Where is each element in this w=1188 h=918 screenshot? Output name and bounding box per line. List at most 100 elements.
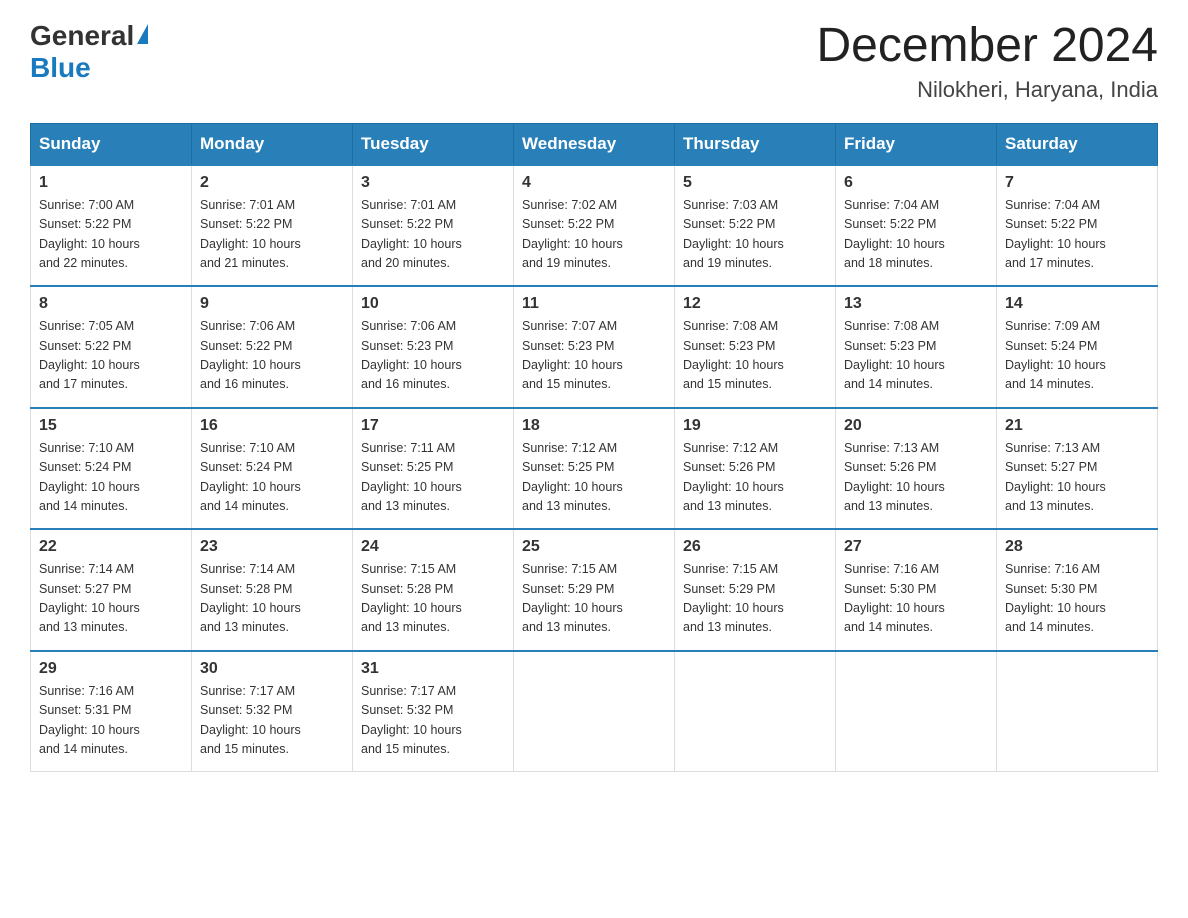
- calendar-cell: 27Sunrise: 7:16 AMSunset: 5:30 PMDayligh…: [836, 529, 997, 651]
- day-info: Sunrise: 7:12 AMSunset: 5:26 PMDaylight:…: [683, 439, 827, 517]
- day-info: Sunrise: 7:14 AMSunset: 5:27 PMDaylight:…: [39, 560, 183, 638]
- day-info: Sunrise: 7:01 AMSunset: 5:22 PMDaylight:…: [361, 196, 505, 274]
- calendar-header-row: SundayMondayTuesdayWednesdayThursdayFrid…: [31, 123, 1158, 165]
- day-info: Sunrise: 7:03 AMSunset: 5:22 PMDaylight:…: [683, 196, 827, 274]
- calendar-cell: 29 Sunrise: 7:16 AMSunset: 5:31 PMDayligh…: [31, 651, 192, 772]
- page-header: General Blue December 2024 Nilokheri, Ha…: [30, 20, 1158, 103]
- calendar-week-row: 22 Sunrise: 7:14 AMSunset: 5:27 PMDayligh…: [31, 529, 1158, 651]
- location-subtitle: Nilokheri, Haryana, India: [816, 77, 1158, 103]
- day-info: Sunrise: 7:01 AMSunset: 5:22 PMDaylight:…: [200, 196, 344, 274]
- day-info: Sunrise: 7:10 AMSunset: 5:24 PMDaylight:…: [39, 439, 183, 517]
- day-number: 21: [1005, 417, 1149, 435]
- calendar-header-wednesday: Wednesday: [514, 123, 675, 165]
- calendar-week-row: 15 Sunrise: 7:10 AMSunset: 5:24 PMDayligh…: [31, 408, 1158, 530]
- calendar-cell: 21Sunrise: 7:13 AMSunset: 5:27 PMDayligh…: [997, 408, 1158, 530]
- day-number: 16: [200, 417, 344, 435]
- day-info: Sunrise: 7:11 AMSunset: 5:25 PMDaylight:…: [361, 439, 505, 517]
- day-info: Sunrise: 7:13 AMSunset: 5:26 PMDaylight:…: [844, 439, 988, 517]
- calendar-cell: 30Sunrise: 7:17 AMSunset: 5:32 PMDayligh…: [192, 651, 353, 772]
- day-number: 1: [39, 174, 183, 192]
- calendar-cell: 18Sunrise: 7:12 AMSunset: 5:25 PMDayligh…: [514, 408, 675, 530]
- day-info: Sunrise: 7:02 AMSunset: 5:22 PMDaylight:…: [522, 196, 666, 274]
- calendar-header-thursday: Thursday: [675, 123, 836, 165]
- day-info: Sunrise: 7:14 AMSunset: 5:28 PMDaylight:…: [200, 560, 344, 638]
- calendar-week-row: 8 Sunrise: 7:05 AMSunset: 5:22 PMDaylight…: [31, 286, 1158, 408]
- calendar-cell: [997, 651, 1158, 772]
- day-number: 27: [844, 538, 988, 556]
- calendar-cell: 16Sunrise: 7:10 AMSunset: 5:24 PMDayligh…: [192, 408, 353, 530]
- day-number: 8: [39, 295, 183, 313]
- day-number: 25: [522, 538, 666, 556]
- calendar-cell: 25 Sunrise: 7:15 AMSunset: 5:29 PMDayligh…: [514, 529, 675, 651]
- calendar-cell: 22 Sunrise: 7:14 AMSunset: 5:27 PMDayligh…: [31, 529, 192, 651]
- calendar-header-friday: Friday: [836, 123, 997, 165]
- calendar-cell: 10 Sunrise: 7:06 AMSunset: 5:23 PMDayligh…: [353, 286, 514, 408]
- day-number: 12: [683, 295, 827, 313]
- day-number: 15: [39, 417, 183, 435]
- calendar-cell: 5Sunrise: 7:03 AMSunset: 5:22 PMDaylight…: [675, 165, 836, 287]
- calendar-table: SundayMondayTuesdayWednesdayThursdayFrid…: [30, 123, 1158, 773]
- day-number: 3: [361, 174, 505, 192]
- day-info: Sunrise: 7:15 AMSunset: 5:29 PMDaylight:…: [522, 560, 666, 638]
- day-info: Sunrise: 7:00 AMSunset: 5:22 PMDaylight:…: [39, 196, 183, 274]
- calendar-cell: 19 Sunrise: 7:12 AMSunset: 5:26 PMDayligh…: [675, 408, 836, 530]
- title-block: December 2024 Nilokheri, Haryana, India: [816, 20, 1158, 103]
- calendar-cell: 4 Sunrise: 7:02 AMSunset: 5:22 PMDaylight…: [514, 165, 675, 287]
- calendar-header-sunday: Sunday: [31, 123, 192, 165]
- day-number: 22: [39, 538, 183, 556]
- day-number: 14: [1005, 295, 1149, 313]
- day-info: Sunrise: 7:16 AMSunset: 5:31 PMDaylight:…: [39, 682, 183, 760]
- day-info: Sunrise: 7:16 AMSunset: 5:30 PMDaylight:…: [1005, 560, 1149, 638]
- calendar-week-row: 1 Sunrise: 7:00 AMSunset: 5:22 PMDaylight…: [31, 165, 1158, 287]
- calendar-cell: 9Sunrise: 7:06 AMSunset: 5:22 PMDaylight…: [192, 286, 353, 408]
- calendar-cell: 13 Sunrise: 7:08 AMSunset: 5:23 PMDayligh…: [836, 286, 997, 408]
- day-number: 4: [522, 174, 666, 192]
- day-number: 24: [361, 538, 505, 556]
- calendar-cell: 20Sunrise: 7:13 AMSunset: 5:26 PMDayligh…: [836, 408, 997, 530]
- calendar-cell: 23 Sunrise: 7:14 AMSunset: 5:28 PMDayligh…: [192, 529, 353, 651]
- calendar-cell: 14 Sunrise: 7:09 AMSunset: 5:24 PMDayligh…: [997, 286, 1158, 408]
- day-info: Sunrise: 7:15 AMSunset: 5:28 PMDaylight:…: [361, 560, 505, 638]
- calendar-cell: 12 Sunrise: 7:08 AMSunset: 5:23 PMDayligh…: [675, 286, 836, 408]
- day-info: Sunrise: 7:06 AMSunset: 5:22 PMDaylight:…: [200, 317, 344, 395]
- calendar-cell: 15 Sunrise: 7:10 AMSunset: 5:24 PMDayligh…: [31, 408, 192, 530]
- day-info: Sunrise: 7:17 AMSunset: 5:32 PMDaylight:…: [361, 682, 505, 760]
- day-number: 31: [361, 660, 505, 678]
- logo-general-text: General: [30, 20, 134, 52]
- day-info: Sunrise: 7:05 AMSunset: 5:22 PMDaylight:…: [39, 317, 183, 395]
- day-number: 11: [522, 295, 666, 313]
- day-number: 17: [361, 417, 505, 435]
- calendar-cell: [514, 651, 675, 772]
- calendar-cell: 1 Sunrise: 7:00 AMSunset: 5:22 PMDaylight…: [31, 165, 192, 287]
- day-info: Sunrise: 7:06 AMSunset: 5:23 PMDaylight:…: [361, 317, 505, 395]
- calendar-cell: 26Sunrise: 7:15 AMSunset: 5:29 PMDayligh…: [675, 529, 836, 651]
- calendar-cell: 28Sunrise: 7:16 AMSunset: 5:30 PMDayligh…: [997, 529, 1158, 651]
- calendar-cell: 2 Sunrise: 7:01 AMSunset: 5:22 PMDaylight…: [192, 165, 353, 287]
- logo-triangle-icon: [137, 24, 148, 44]
- day-info: Sunrise: 7:04 AMSunset: 5:22 PMDaylight:…: [844, 196, 988, 274]
- day-number: 10: [361, 295, 505, 313]
- day-info: Sunrise: 7:09 AMSunset: 5:24 PMDaylight:…: [1005, 317, 1149, 395]
- calendar-header-saturday: Saturday: [997, 123, 1158, 165]
- day-info: Sunrise: 7:12 AMSunset: 5:25 PMDaylight:…: [522, 439, 666, 517]
- calendar-cell: 24 Sunrise: 7:15 AMSunset: 5:28 PMDayligh…: [353, 529, 514, 651]
- calendar-cell: 8 Sunrise: 7:05 AMSunset: 5:22 PMDaylight…: [31, 286, 192, 408]
- day-number: 29: [39, 660, 183, 678]
- calendar-cell: [675, 651, 836, 772]
- calendar-cell: 6Sunrise: 7:04 AMSunset: 5:22 PMDaylight…: [836, 165, 997, 287]
- calendar-week-row: 29 Sunrise: 7:16 AMSunset: 5:31 PMDayligh…: [31, 651, 1158, 772]
- calendar-cell: 7Sunrise: 7:04 AMSunset: 5:22 PMDaylight…: [997, 165, 1158, 287]
- calendar-cell: [836, 651, 997, 772]
- day-info: Sunrise: 7:15 AMSunset: 5:29 PMDaylight:…: [683, 560, 827, 638]
- calendar-header-tuesday: Tuesday: [353, 123, 514, 165]
- logo: General Blue: [30, 20, 148, 84]
- day-number: 23: [200, 538, 344, 556]
- day-info: Sunrise: 7:08 AMSunset: 5:23 PMDaylight:…: [683, 317, 827, 395]
- day-number: 13: [844, 295, 988, 313]
- day-number: 2: [200, 174, 344, 192]
- day-info: Sunrise: 7:08 AMSunset: 5:23 PMDaylight:…: [844, 317, 988, 395]
- day-number: 30: [200, 660, 344, 678]
- day-number: 7: [1005, 174, 1149, 192]
- logo-blue-text: Blue: [30, 52, 91, 84]
- day-number: 19: [683, 417, 827, 435]
